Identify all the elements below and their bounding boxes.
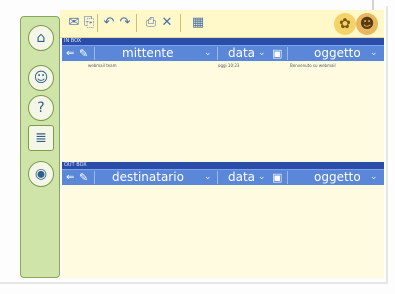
column-header-date[interactable]: data bbox=[228, 46, 255, 61]
sort-arrow-icon[interactable]: ⌄ bbox=[204, 170, 212, 185]
column-header-subject[interactable]: oggetto bbox=[314, 46, 361, 61]
globe-icon[interactable]: ◉ bbox=[28, 161, 54, 187]
attachment-column-icon[interactable]: ✎ bbox=[79, 170, 88, 185]
flag-column-icon[interactable]: ▣ bbox=[272, 170, 282, 185]
calendar-icon[interactable]: ▦ bbox=[190, 15, 206, 31]
window-top-marker bbox=[372, 0, 374, 10]
toolbar-separator bbox=[97, 14, 98, 32]
outbox-panel: OUT BOX ⇐ ✎ destinatario ⌄ data ⌄ ▣ ogge… bbox=[62, 162, 384, 278]
flag-column-icon[interactable]: ▣ bbox=[272, 46, 282, 61]
column-header-subject[interactable]: oggetto bbox=[314, 170, 361, 185]
print-icon[interactable]: ⎙ bbox=[144, 15, 158, 31]
row-subject: Benvenuto su webmail bbox=[290, 63, 336, 68]
forward-icon[interactable]: ↷ bbox=[118, 15, 132, 31]
toolbar: ✉ ⎘ ↶ ↷ ⎙ ✕ ▦ ✿ ☻ bbox=[60, 10, 384, 38]
inbox-header: ⇐ ✎ mittente ⌄ data ⌄ ▣ oggetto ⌄ bbox=[62, 45, 384, 61]
column-header-date[interactable]: data bbox=[228, 170, 255, 185]
outbox-list bbox=[62, 185, 384, 278]
column-header-recipient[interactable]: destinatario bbox=[112, 170, 184, 185]
column-separator bbox=[287, 47, 288, 60]
new-mail-icon[interactable]: ✉ bbox=[66, 15, 82, 31]
toolbar-separator bbox=[136, 14, 137, 32]
help-icon[interactable]: ? bbox=[28, 95, 54, 121]
sidebar: ⌂ ☺ ? ≣ ◉ bbox=[20, 16, 60, 278]
column-separator bbox=[217, 47, 218, 60]
column-separator bbox=[94, 47, 95, 60]
window-border-bottom bbox=[0, 282, 388, 284]
sort-arrow-icon[interactable]: ⌄ bbox=[204, 46, 212, 61]
home-icon[interactable]: ⌂ bbox=[28, 25, 54, 51]
row-date: oggi 10:23 bbox=[218, 63, 240, 68]
sort-arrow-icon[interactable]: ⌄ bbox=[370, 170, 378, 185]
sort-arrow-icon[interactable]: ⌄ bbox=[370, 46, 378, 61]
sort-arrow-icon[interactable]: ⌄ bbox=[258, 46, 266, 61]
column-header-sender[interactable]: mittente bbox=[122, 46, 174, 61]
row-sender: webmail team bbox=[88, 63, 117, 68]
column-separator bbox=[94, 171, 95, 184]
sort-arrow-icon[interactable]: ⌄ bbox=[258, 170, 266, 185]
column-separator bbox=[217, 171, 218, 184]
reply-icon[interactable]: ↶ bbox=[102, 15, 116, 31]
table-row[interactable]: webmail team oggi 10:23 Benvenuto su web… bbox=[62, 62, 384, 70]
back-arrow-icon[interactable]: ⇐ bbox=[66, 170, 74, 185]
settings-icon[interactable]: ✿ bbox=[334, 13, 356, 35]
inbox-panel: IN BOX ⇐ ✎ mittente ⌄ data ⌄ ▣ oggetto ⌄… bbox=[62, 38, 384, 162]
attachment-column-icon[interactable]: ✎ bbox=[79, 46, 88, 61]
window-border-right bbox=[386, 6, 388, 282]
toolbar-separator bbox=[180, 14, 181, 32]
outbox-label: OUT BOX bbox=[62, 162, 384, 169]
user-icon[interactable]: ☻ bbox=[356, 13, 378, 35]
back-arrow-icon[interactable]: ⇐ bbox=[66, 46, 74, 61]
inbox-label: IN BOX bbox=[62, 38, 384, 45]
notes-icon[interactable]: ≣ bbox=[28, 125, 54, 151]
inbox-list: webmail team oggi 10:23 Benvenuto su web… bbox=[62, 61, 384, 162]
delete-icon[interactable]: ✕ bbox=[160, 15, 174, 31]
attach-icon[interactable]: ⎘ bbox=[84, 15, 94, 31]
contacts-icon[interactable]: ☺ bbox=[28, 65, 54, 91]
outbox-header: ⇐ ✎ destinatario ⌄ data ⌄ ▣ oggetto ⌄ bbox=[62, 169, 384, 185]
column-separator bbox=[287, 171, 288, 184]
